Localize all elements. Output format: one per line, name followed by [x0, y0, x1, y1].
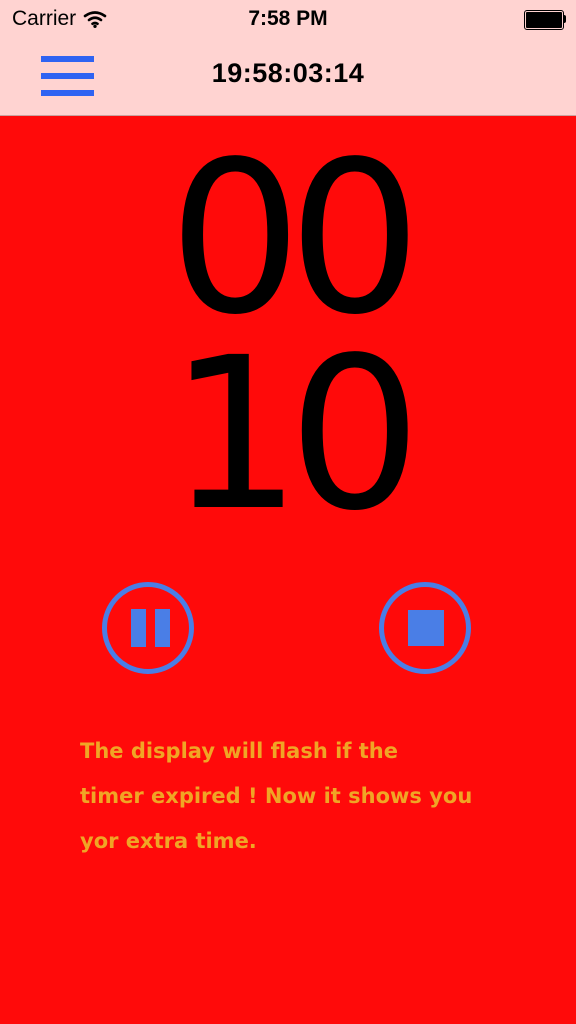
current-time-clock: 19:58:03:14 [211, 58, 365, 88]
battery-fill [526, 12, 562, 28]
pause-bar-left [131, 609, 146, 647]
battery-tip [563, 15, 566, 23]
stop-button[interactable] [379, 582, 471, 674]
stop-icon [408, 610, 444, 646]
pause-bar-right [155, 609, 170, 647]
battery-icon [524, 10, 566, 30]
pause-button[interactable] [102, 582, 194, 674]
status-time: 7:58 PM [248, 7, 328, 30]
info-line: The display will flash if the [80, 739, 398, 763]
timer-seconds: 10 [168, 312, 421, 557]
info-message: The display will flash if the timer expi… [80, 729, 500, 864]
battery-body [524, 10, 564, 30]
info-line: yor extra time. [80, 829, 257, 853]
status-bar: Carrier 7:58 PM [0, 0, 576, 38]
top-bar: Carrier 7:58 PM 19:58:03:14 [0, 0, 576, 116]
menu-line [41, 90, 94, 96]
timer-screen: Carrier 7:58 PM 19:58:03:14 00 10 The di… [0, 0, 576, 1024]
info-line: timer expired ! Now it shows you [80, 784, 473, 808]
